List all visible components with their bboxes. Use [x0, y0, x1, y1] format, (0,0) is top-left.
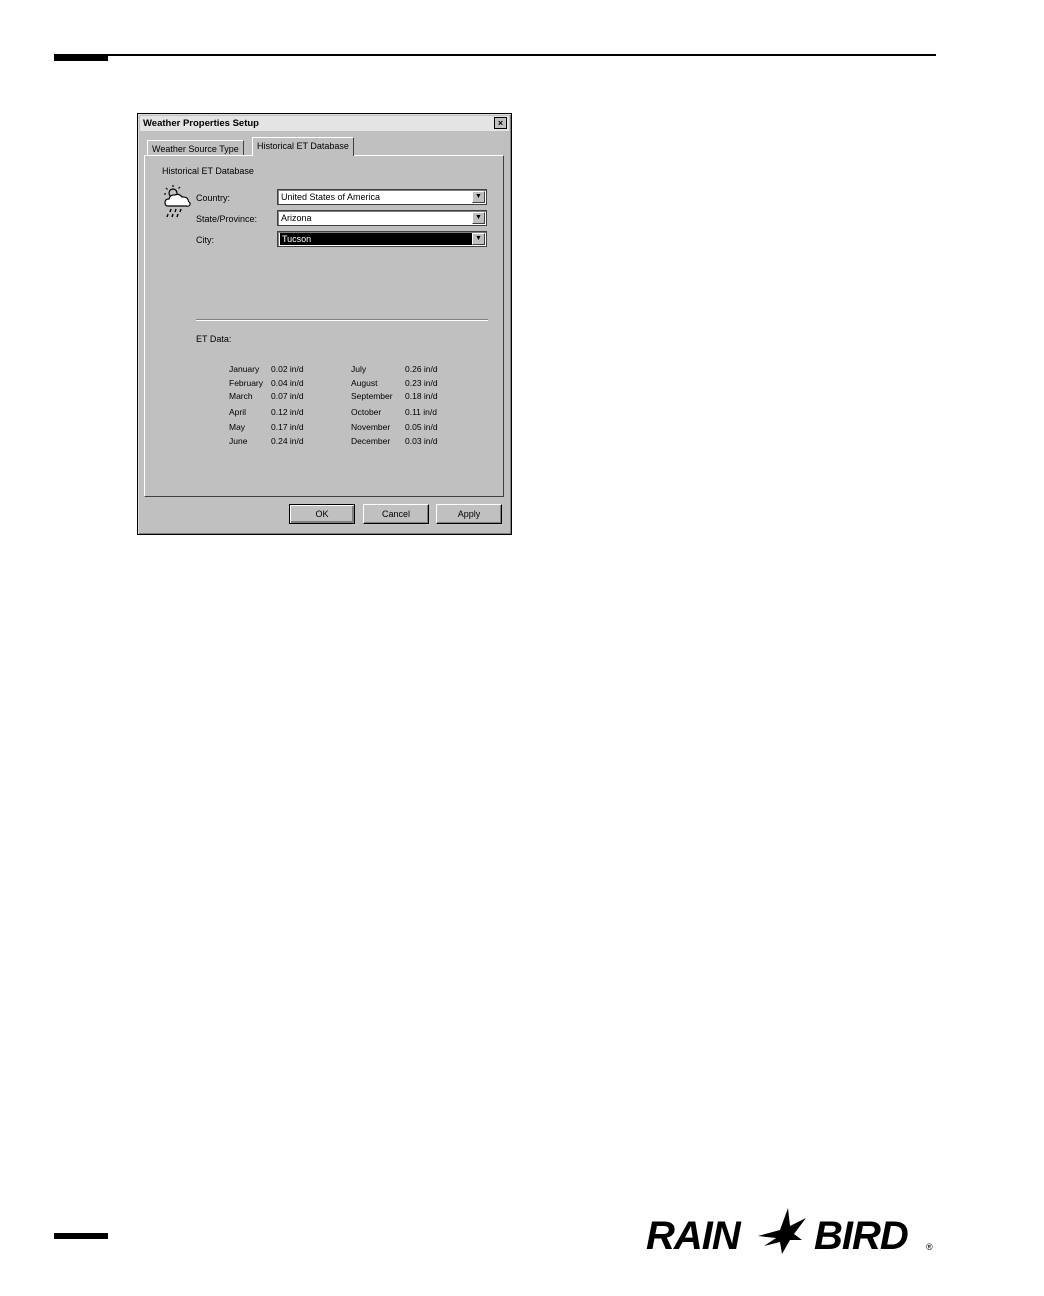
et-value: 0.23 in/d [405, 378, 438, 388]
close-button[interactable]: × [494, 117, 507, 129]
weather-cloud-rain-icon [164, 185, 191, 218]
apply-button[interactable]: Apply [436, 504, 502, 524]
country-value: United States of America [281, 192, 381, 202]
footer-bar [54, 1233, 108, 1239]
state-select[interactable]: Arizona ▼ [277, 210, 487, 226]
et-value: 0.17 in/d [271, 422, 304, 432]
tab-panel [144, 155, 504, 497]
et-value: 0.02 in/d [271, 364, 304, 374]
logo-text-bird: BIRD [814, 1214, 909, 1258]
group-label: Historical ET Database [162, 166, 254, 176]
tab-historical-et-database[interactable]: Historical ET Database [252, 137, 354, 156]
et-value: 0.18 in/d [405, 391, 438, 401]
et-value: 0.03 in/d [405, 436, 438, 446]
country-label: Country: [196, 193, 231, 203]
cancel-button[interactable]: Cancel [363, 504, 429, 524]
et-value: 0.12 in/d [271, 407, 304, 417]
rain-bird-logo: RAIN BIRD ® [646, 1206, 936, 1262]
state-label: State/Province: [196, 214, 258, 224]
et-month: September [351, 391, 393, 401]
tab-weather-source-type[interactable]: Weather Source Type [147, 140, 244, 155]
chevron-down-icon[interactable]: ▼ [472, 212, 485, 224]
et-value: 0.26 in/d [405, 364, 438, 374]
et-month: June [229, 436, 248, 446]
et-value: 0.07 in/d [271, 391, 304, 401]
header-bar [54, 55, 108, 61]
et-value: 0.11 in/d [405, 407, 437, 417]
et-month: April [229, 407, 247, 417]
city-select[interactable]: Tucson ▼ [277, 231, 487, 247]
et-month: August [351, 378, 378, 388]
chevron-down-icon[interactable]: ▼ [472, 233, 485, 245]
dialog-title: Weather Properties Setup [143, 118, 259, 129]
et-month: March [229, 391, 253, 401]
et-value: 0.05 in/d [405, 422, 438, 432]
et-month: October [351, 407, 382, 417]
et-month: February [229, 378, 264, 388]
et-month: November [351, 422, 391, 432]
separator [196, 319, 488, 321]
city-value: Tucson [280, 233, 472, 245]
bird-logo-icon [758, 1208, 806, 1254]
dialog-titlebar[interactable]: Weather Properties Setup × [140, 116, 509, 131]
registered-mark: ® [926, 1242, 933, 1252]
city-label: City: [196, 235, 214, 245]
et-value: 0.24 in/d [271, 436, 304, 446]
ok-button[interactable]: OK [289, 504, 355, 524]
et-month: January [229, 364, 260, 374]
weather-properties-dialog: Weather Properties Setup × Weather Sourc… [137, 113, 512, 535]
state-value: Arizona [281, 213, 312, 223]
close-icon: × [497, 118, 504, 128]
et-value: 0.04 in/d [271, 378, 304, 388]
header-rule [54, 54, 936, 56]
et-month: July [351, 364, 367, 374]
et-month: May [229, 422, 246, 432]
country-select[interactable]: United States of America ▼ [277, 189, 487, 205]
et-month: December [351, 436, 391, 446]
logo-text-rain: RAIN [646, 1214, 741, 1258]
et-data-label: ET Data: [196, 334, 232, 344]
chevron-down-icon[interactable]: ▼ [472, 191, 485, 203]
